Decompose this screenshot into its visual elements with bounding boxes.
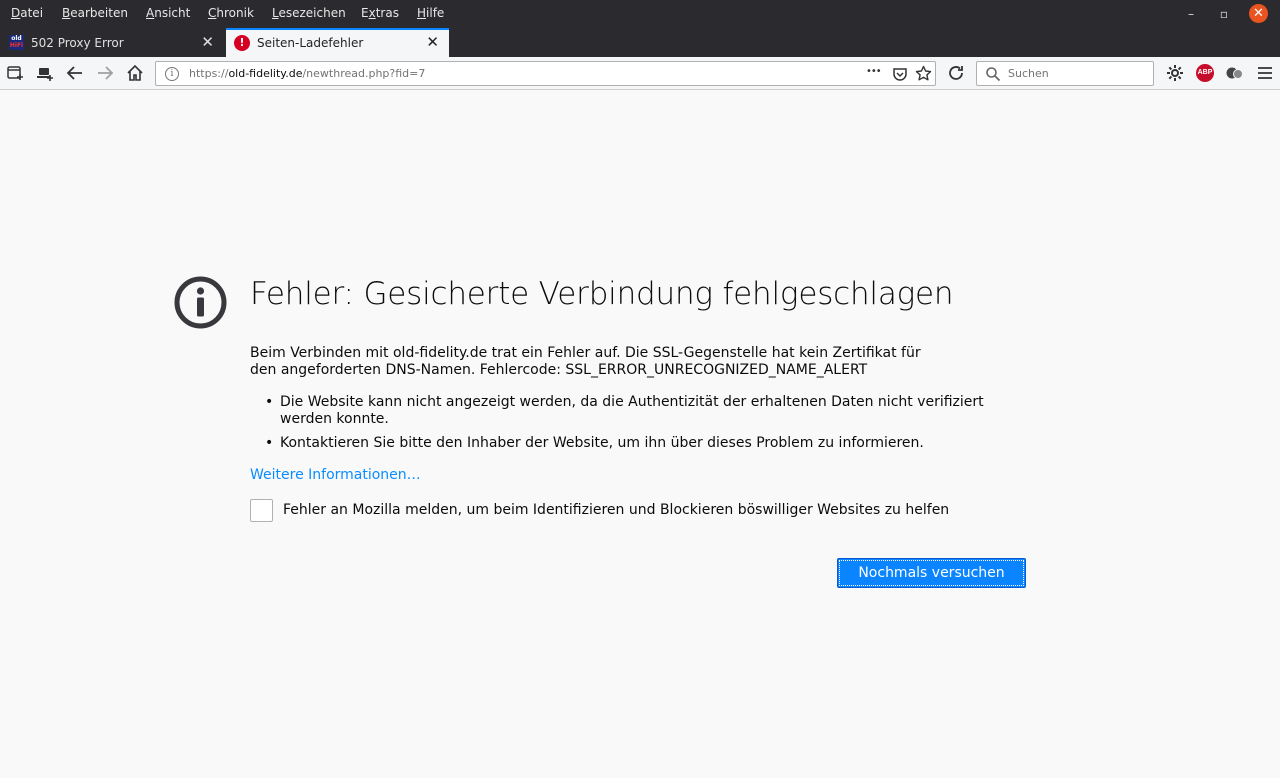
menu-datei[interactable]: Datei [11, 6, 43, 20]
report-error-label[interactable]: Fehler an Mozilla melden, um beim Identi… [283, 502, 949, 518]
reload-button[interactable] [944, 62, 968, 84]
new-container-tab-button[interactable] [3, 62, 27, 84]
search-bar[interactable]: Suchen [976, 61, 1154, 86]
list-item: Die Website kann nicht angezeigt werden,… [250, 394, 1040, 428]
gear-icon [1167, 65, 1183, 81]
learn-more-link[interactable]: Weitere Informationen… [250, 467, 421, 483]
site-info-icon[interactable]: i [165, 67, 179, 81]
menu-lesezeichen[interactable]: Lesezeichen [272, 6, 346, 20]
tab-load-error[interactable]: ! Seiten-Ladefehler ✕ [226, 28, 449, 57]
page-actions-icon[interactable]: ••• [866, 66, 882, 77]
search-input[interactable]: Suchen [1008, 67, 1049, 80]
home-icon [127, 64, 143, 81]
menu-button[interactable] [1253, 62, 1277, 84]
info-icon [174, 276, 227, 329]
url-text[interactable]: https://old-fidelity.de/newthread.php?fi… [189, 67, 425, 80]
settings-extension-button[interactable] [1163, 62, 1187, 84]
error-title: Fehler: Gesicherte Verbindung fehlgeschl… [250, 276, 954, 312]
synced-devices-icon [37, 68, 53, 81]
nav-toolbar: i https://old-fidelity.de/newthread.php?… [0, 57, 1280, 90]
report-error-checkbox[interactable] [250, 499, 273, 522]
extension-button[interactable] [1223, 62, 1247, 84]
error-favicon-icon: ! [234, 35, 250, 51]
menu-chronik[interactable]: Chronik [208, 6, 254, 20]
url-bar[interactable]: i https://old-fidelity.de/newthread.php?… [155, 61, 936, 86]
error-description: Beim Verbinden mit old-fidelity.de trat … [250, 345, 921, 378]
hamburger-menu-icon [1258, 67, 1272, 79]
new-tab-icon [7, 66, 23, 80]
reload-icon [949, 66, 963, 80]
tab-close-icon[interactable]: ✕ [426, 33, 439, 51]
menu-ansicht[interactable]: Ansicht [146, 6, 190, 20]
tab-close-icon[interactable]: ✕ [201, 33, 214, 51]
tab-bar: old HiFi 502 Proxy Error ✕ ! Seiten-Lade… [0, 28, 1280, 57]
tab-title: 502 Proxy Error [31, 36, 124, 50]
tab-title: Seiten-Ladefehler [257, 36, 364, 50]
error-details-list: Die Website kann nicht angezeigt werden,… [250, 394, 1040, 459]
bookmark-star-icon[interactable] [915, 65, 932, 82]
window-close-button[interactable]: ✕ [1249, 4, 1268, 23]
menu-extras[interactable]: Extras [361, 6, 399, 20]
pocket-icon[interactable] [892, 66, 908, 82]
try-again-button[interactable]: Nochmals versuchen [837, 558, 1026, 588]
minimize-button[interactable]: – [1181, 4, 1201, 24]
forward-arrow-icon [98, 66, 114, 80]
search-icon [986, 67, 1001, 82]
menu-bearbeiten[interactable]: Bearbeiten [62, 6, 128, 20]
menu-bar: Datei Bearbeiten Ansicht Chronik Lesezei… [0, 0, 1280, 28]
restore-button[interactable]: ▫ [1214, 4, 1234, 24]
synced-tabs-button[interactable] [33, 62, 57, 84]
list-item: Kontaktieren Sie bitte den Inhaber der W… [250, 435, 1040, 452]
back-button[interactable] [63, 62, 87, 84]
menu-hilfe[interactable]: Hilfe [417, 6, 444, 20]
adblock-plus-icon[interactable]: ABP [1196, 64, 1214, 82]
circles-extension-icon [1226, 67, 1243, 79]
home-button[interactable] [123, 62, 147, 84]
back-arrow-icon [66, 66, 82, 80]
oldhifi-favicon-icon: old HiFi [9, 35, 24, 50]
tab-proxy-error[interactable]: old HiFi 502 Proxy Error ✕ [0, 28, 224, 57]
forward-button[interactable] [93, 62, 117, 84]
